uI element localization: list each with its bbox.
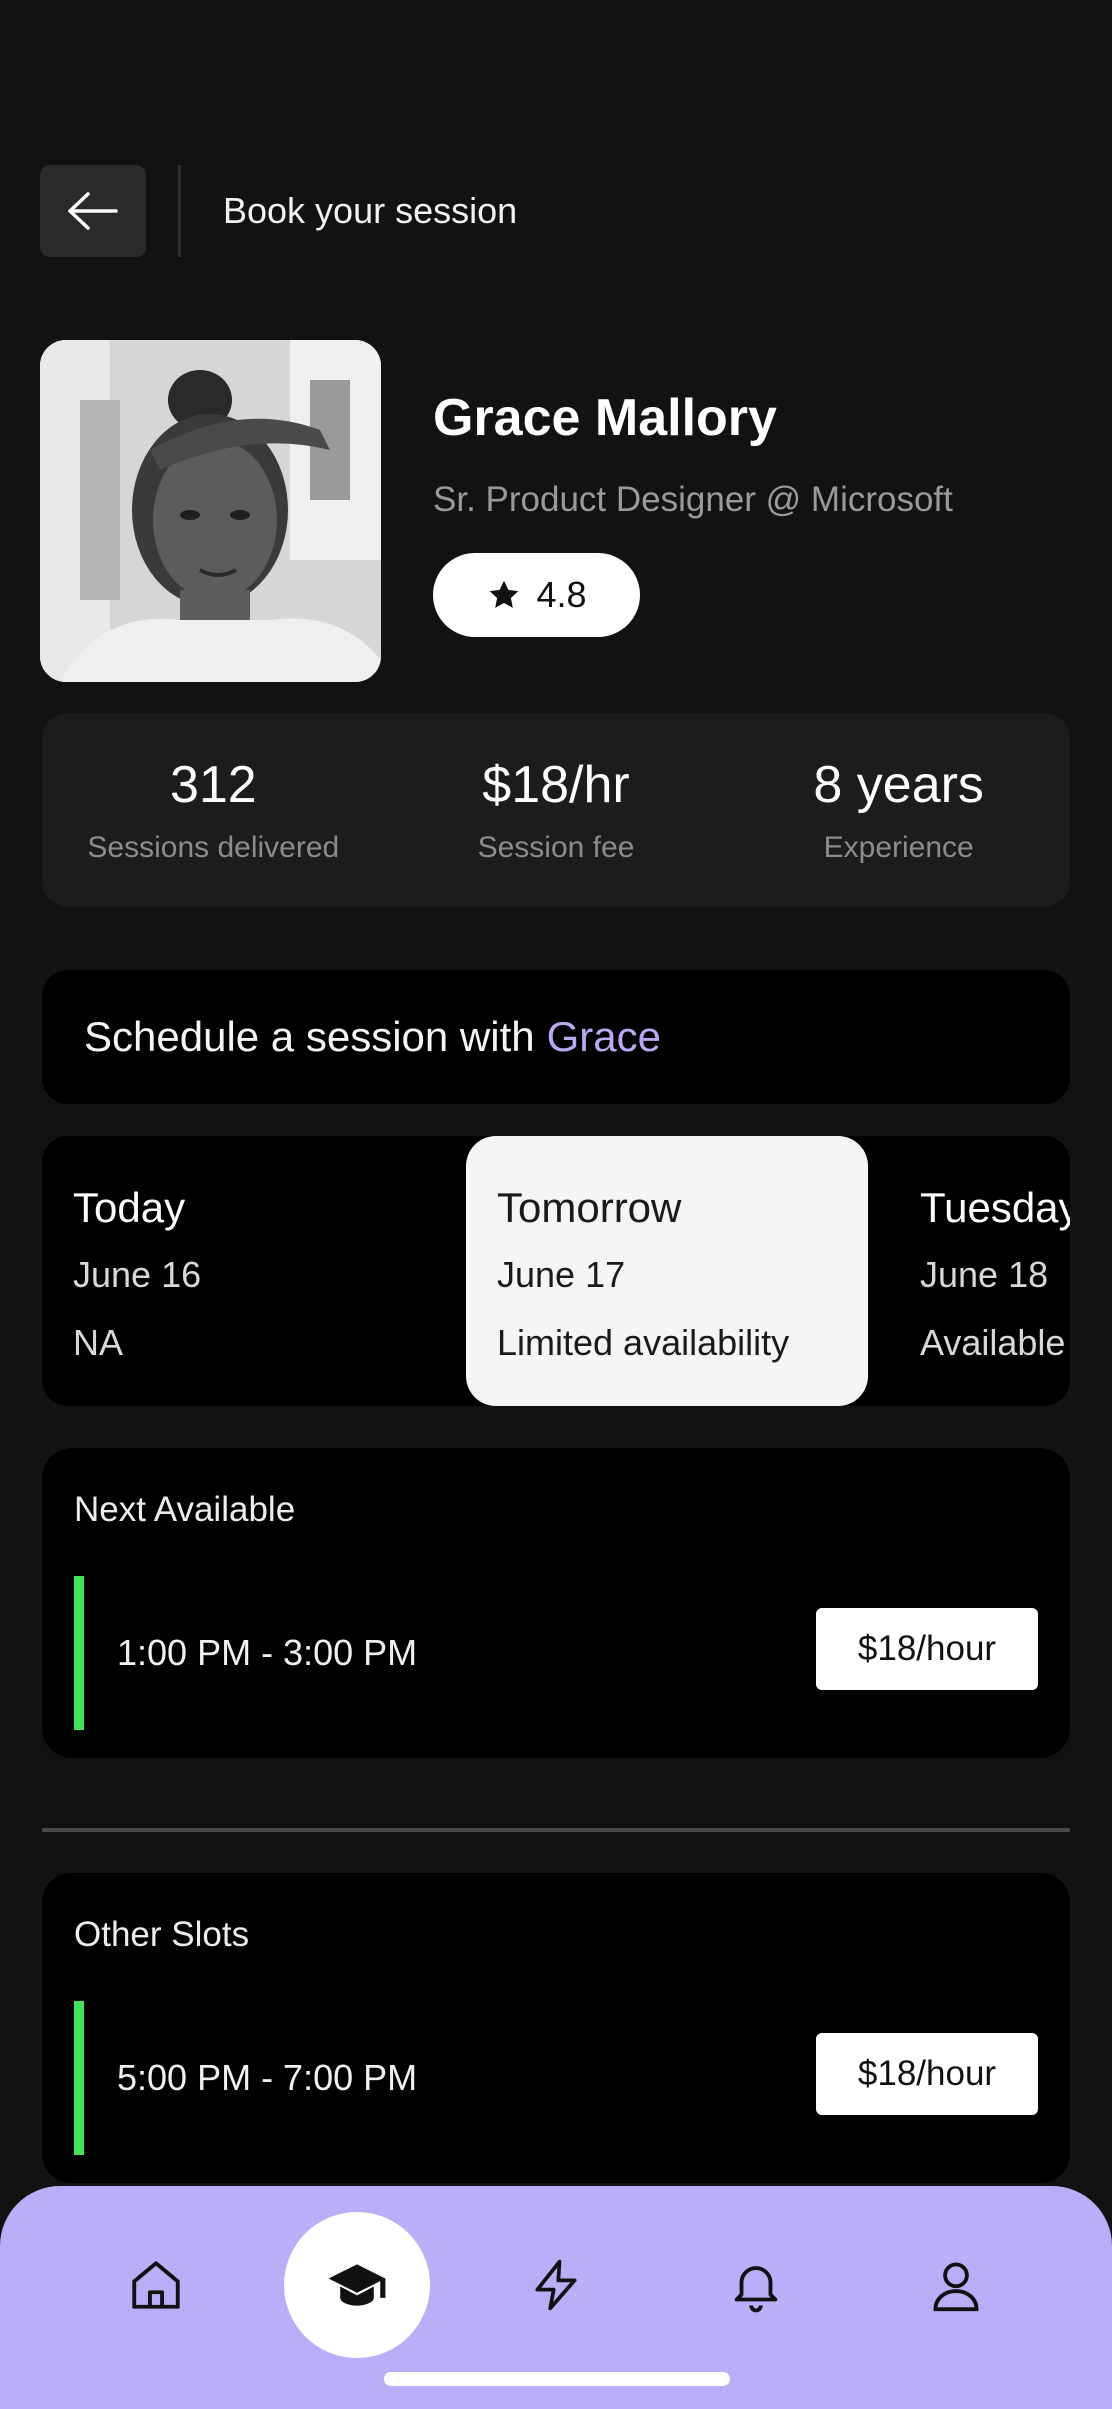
- stat-experience: 8 years Experience: [727, 713, 1070, 907]
- day-status: Limited availability: [497, 1322, 790, 1363]
- day-option-tuesday[interactable]: Tuesday June 18 Available: [920, 1136, 1070, 1406]
- slot-time: 1:00 PM - 3:00 PM: [117, 1632, 418, 1673]
- bell-icon: [734, 2266, 778, 2313]
- stat-value: $18/hr: [482, 756, 630, 814]
- rating-badge: 4.8: [433, 553, 640, 637]
- nav-activity[interactable]: [501, 2230, 611, 2340]
- day-status: NA: [73, 1322, 124, 1363]
- stat-value: 312: [169, 756, 257, 814]
- nav-profile[interactable]: [901, 2230, 1011, 2340]
- user-icon: [933, 2262, 979, 2312]
- slot-price-button[interactable]: $18/hour: [816, 1608, 1038, 1690]
- schedule-mentor-name: Grace: [546, 1013, 661, 1060]
- rating-value: 4.8: [536, 574, 587, 615]
- divider: [42, 1828, 1070, 1832]
- slot-indicator: [74, 1576, 84, 1730]
- day-date: June 17: [497, 1254, 626, 1295]
- stat-label: Session fee: [477, 831, 635, 864]
- stat-value: 8 years: [813, 756, 984, 814]
- day-date: June 18: [920, 1254, 1049, 1295]
- avatar-photo: [40, 340, 381, 682]
- day-name: Today: [73, 1184, 186, 1231]
- day-status: Available: [920, 1322, 1066, 1363]
- next-available-card: Next Available 1:00 PM - 3:00 PM $18/hou…: [42, 1448, 1070, 1758]
- day-name: Tuesday: [920, 1184, 1070, 1231]
- graduation-cap-icon: [328, 2264, 386, 2306]
- day-date: June 16: [73, 1254, 202, 1295]
- slot-time: 5:00 PM - 7:00 PM: [117, 2057, 418, 2098]
- nav-courses[interactable]: [284, 2212, 430, 2358]
- home-icon: [132, 2261, 180, 2309]
- lightning-icon: [535, 2259, 577, 2311]
- stat-fee: $18/hr Session fee: [385, 713, 728, 907]
- mentor-profile: Grace Mallory Sr. Product Designer @ Mic…: [40, 340, 1072, 682]
- nav-home[interactable]: [101, 2230, 211, 2340]
- day-name: Tomorrow: [497, 1184, 682, 1231]
- time-slot[interactable]: 1:00 PM - 3:00 PM $18/hour: [74, 1576, 1038, 1730]
- home-indicator[interactable]: [384, 2372, 730, 2386]
- star-icon: [490, 580, 519, 608]
- arrow-left-icon: [68, 192, 118, 230]
- page-title: Book your session: [223, 190, 518, 231]
- section-title: Next Available: [74, 1490, 296, 1529]
- day-option-tomorrow[interactable]: Tomorrow June 17 Limited availability: [466, 1136, 868, 1406]
- slot-price-button[interactable]: $18/hour: [816, 2033, 1038, 2115]
- stats-card: 312 Sessions delivered $18/hr Session fe…: [42, 713, 1070, 907]
- schedule-prefix: Schedule a session with: [84, 1013, 535, 1060]
- stat-label: Sessions delivered: [87, 831, 340, 864]
- stat-sessions: 312 Sessions delivered: [42, 713, 385, 907]
- avatar: [40, 340, 381, 682]
- time-slot[interactable]: 5:00 PM - 7:00 PM $18/hour: [74, 2001, 1038, 2155]
- back-button[interactable]: [40, 165, 146, 257]
- slot-indicator: [74, 2001, 84, 2155]
- header-bar: Book your session: [40, 165, 517, 257]
- header-divider: [178, 165, 181, 257]
- schedule-heading: Schedule a session with Grace: [42, 970, 1070, 1104]
- section-title: Other Slots: [74, 1915, 250, 1954]
- day-option-today[interactable]: Today June 16 NA: [73, 1136, 373, 1406]
- mentor-name: Grace Mallory: [433, 389, 777, 447]
- mentor-role: Sr. Product Designer @ Microsoft: [433, 480, 953, 519]
- other-slots-card: Other Slots 5:00 PM - 7:00 PM $18/hour: [42, 1873, 1070, 2183]
- stat-label: Experience: [823, 831, 974, 864]
- day-selector: Today June 16 NA Tomorrow June 17 Limite…: [42, 1136, 1070, 1406]
- nav-notifications[interactable]: [701, 2230, 811, 2340]
